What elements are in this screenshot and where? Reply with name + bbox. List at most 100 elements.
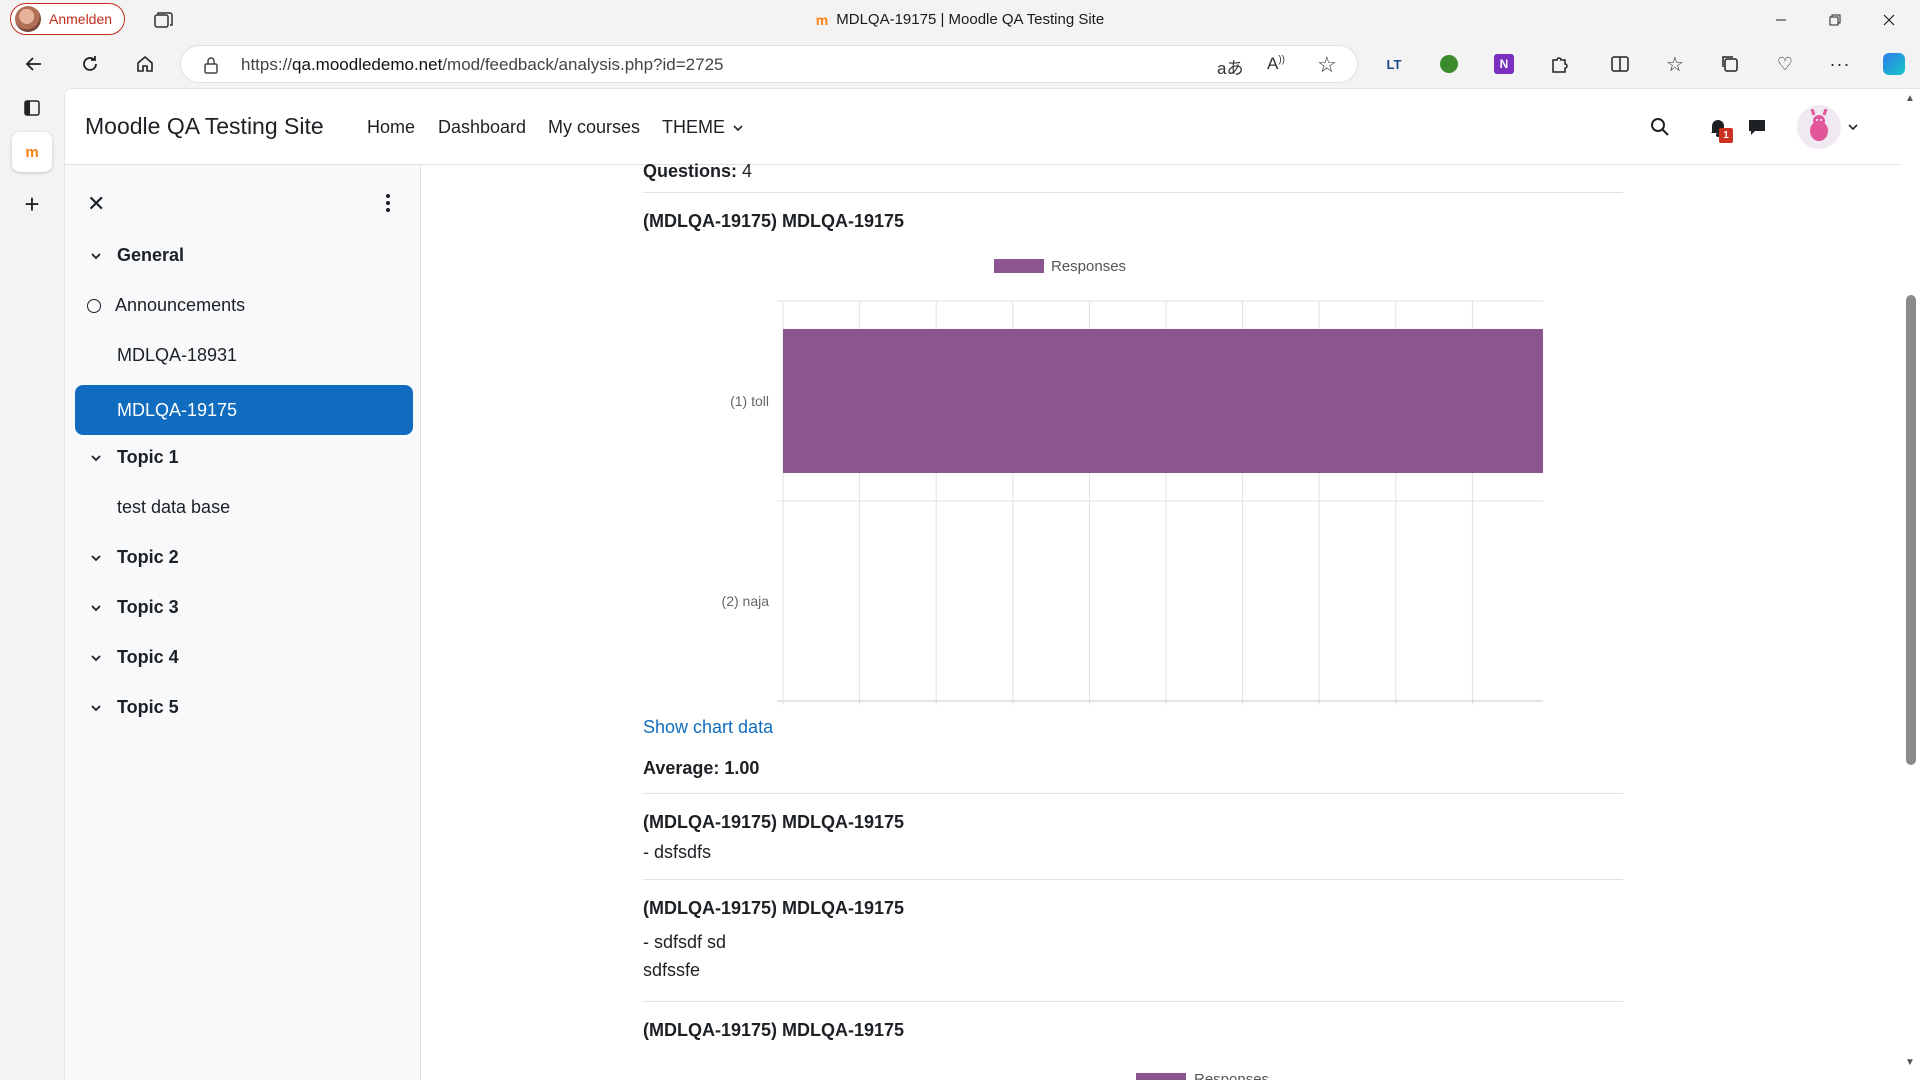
drawer-more-icon[interactable] <box>385 193 391 218</box>
section-label: Topic 2 <box>117 547 179 567</box>
circle-status-icon <box>87 298 101 313</box>
question-3-title: (MDLQA-19175) MDLQA-19175 <box>643 898 905 918</box>
notifications-bell-icon[interactable]: 1 <box>1702 111 1734 143</box>
restore-button[interactable] <box>1808 0 1862 40</box>
close-drawer-icon[interactable]: ✕ <box>87 191 105 217</box>
section-topic-1[interactable]: Topic 1 <box>89 447 179 468</box>
notification-badge: 1 <box>1719 128 1733 143</box>
user-menu-chevron-icon[interactable] <box>1843 111 1863 143</box>
more-menu-icon[interactable]: ··· <box>1826 50 1854 78</box>
lock-icon <box>203 56 219 79</box>
section-label: General <box>117 245 185 265</box>
refresh-icon[interactable] <box>76 50 104 78</box>
window-title-text: MDLQA-19175 | Moodle QA Testing Site <box>836 11 1105 28</box>
divider <box>643 879 1623 880</box>
onenote-icon[interactable]: N <box>1490 50 1518 78</box>
tab-panel-icon[interactable] <box>12 88 52 128</box>
chevron-down-icon <box>91 554 101 561</box>
url-text: https://qa.moodledemo.net/mod/feedback/a… <box>241 55 724 74</box>
show-chart-data-link[interactable]: Show chart data <box>643 717 773 738</box>
section-topic-4[interactable]: Topic 4 <box>89 647 179 668</box>
divider <box>643 1001 1623 1002</box>
tab-moodle-active[interactable]: m <box>12 132 52 172</box>
moodle-favicon-icon: m <box>815 11 829 28</box>
questions-label: Questions: <box>643 161 738 181</box>
user-avatar[interactable] <box>1797 105 1841 149</box>
responses-bar-chart: Responses00,10,20,30,40,50,60,70,80,91,0… <box>722 258 1543 705</box>
extensions-puzzle-icon[interactable] <box>1545 50 1573 78</box>
vertical-tabs: m + <box>0 88 64 1080</box>
languagetool-icon[interactable]: LT <box>1380 50 1408 78</box>
nav-my-courses[interactable]: My courses <box>548 117 640 138</box>
site-name[interactable]: Moodle QA Testing Site <box>85 113 324 140</box>
y-category-label: (2) naja <box>722 593 770 609</box>
course-item-mdlqa-19175-active[interactable]: MDLQA-19175 <box>75 385 413 435</box>
favorite-star-icon[interactable]: ☆ <box>1317 52 1337 78</box>
divider <box>643 192 1623 193</box>
question-2-answer: - dsfsdfs <box>643 842 712 862</box>
questions-value: 4 <box>742 161 753 181</box>
question-1-title: (MDLQA-19175) MDLQA-19175 <box>643 211 905 231</box>
favorites-icon[interactable]: ☆ <box>1661 50 1689 78</box>
legend-label: Responses <box>1051 258 1126 275</box>
nav-theme-label: THEME <box>662 117 725 137</box>
copilot-icon[interactable] <box>1880 50 1908 78</box>
course-item-test-data-base[interactable]: test data base <box>117 497 230 518</box>
bar <box>783 329 1543 473</box>
question-4-legend: Responses <box>1136 1071 1269 1080</box>
chevron-down-icon <box>91 604 101 611</box>
page-scrollbar[interactable]: ▲ ▼ <box>1901 89 1920 1080</box>
address-bar[interactable]: https://qa.moodledemo.net/mod/feedback/a… <box>180 45 1358 83</box>
chevron-down-icon <box>91 654 101 661</box>
translate-icon[interactable]: aあ <box>1217 54 1243 79</box>
course-item-announcements[interactable]: Announcements <box>87 295 245 316</box>
section-label: Topic 3 <box>117 597 179 617</box>
legend-swatch <box>1136 1072 1186 1080</box>
question-3-answer-line2: sdfssfe <box>643 960 701 980</box>
moodle-tab-icon: m <box>25 143 39 161</box>
legend-label: Responses <box>1194 1071 1270 1080</box>
messages-icon[interactable] <box>1741 111 1773 143</box>
read-aloud-icon[interactable]: A)) <box>1267 54 1285 74</box>
course-index-drawer: ✕ General Announcements MDLQA-18931 MDLQ… <box>65 165 421 1080</box>
main-content: Questions: 4 (MDLQA-19175) MDLQA-19175 R… <box>421 161 1901 1080</box>
chevron-down-icon <box>91 454 101 461</box>
nav-dashboard[interactable]: Dashboard <box>438 117 526 138</box>
extension-green-icon[interactable] <box>1435 50 1463 78</box>
y-category-label: (1) toll <box>730 393 769 409</box>
section-label: Topic 4 <box>117 647 179 667</box>
close-window-button[interactable] <box>1862 0 1916 40</box>
scrollbar-thumb[interactable] <box>1906 295 1916 765</box>
window-title: m MDLQA-19175 | Moodle QA Testing Site <box>0 11 1920 28</box>
home-icon[interactable] <box>131 50 159 78</box>
split-screen-icon[interactable] <box>1606 50 1634 78</box>
course-item-mdlqa-18931[interactable]: MDLQA-18931 <box>117 345 237 366</box>
new-tab-icon[interactable]: + <box>12 184 52 224</box>
section-general[interactable]: General <box>89 245 184 266</box>
scroll-up-arrow-icon[interactable]: ▲ <box>1905 93 1915 104</box>
divider <box>643 793 1623 794</box>
section-topic-2[interactable]: Topic 2 <box>89 547 179 568</box>
section-label: Topic 1 <box>117 447 179 467</box>
minimize-button[interactable] <box>1754 0 1808 40</box>
scroll-down-arrow-icon[interactable]: ▼ <box>1905 1057 1915 1068</box>
collections-icon[interactable] <box>1716 50 1744 78</box>
chevron-down-icon <box>91 704 101 711</box>
questions-count: Questions: 4 <box>643 161 752 182</box>
browser-titlebar: Anmelden m MDLQA-19175 | Moodle QA Testi… <box>0 0 1920 40</box>
search-icon[interactable] <box>1644 111 1676 143</box>
question-3-answer-line1: - sdfsdf sd <box>643 932 727 952</box>
browser-essentials-icon[interactable]: ♡ <box>1771 50 1799 78</box>
question-2-title: (MDLQA-19175) MDLQA-19175 <box>643 812 905 832</box>
question-4-title: (MDLQA-19175) MDLQA-19175 <box>643 1020 905 1040</box>
moodle-navbar: Moodle QA Testing Site Home Dashboard My… <box>65 89 1901 165</box>
section-label: Topic 5 <box>117 697 179 717</box>
section-topic-3[interactable]: Topic 3 <box>89 597 179 618</box>
back-icon[interactable] <box>20 50 48 78</box>
legend-swatch <box>994 259 1044 273</box>
section-topic-5[interactable]: Topic 5 <box>89 697 179 718</box>
page-viewport: Moodle QA Testing Site Home Dashboard My… <box>64 88 1920 1080</box>
nav-theme-dropdown[interactable]: THEME <box>662 117 745 138</box>
course-item-label: Announcements <box>115 295 246 315</box>
nav-home[interactable]: Home <box>367 117 415 138</box>
